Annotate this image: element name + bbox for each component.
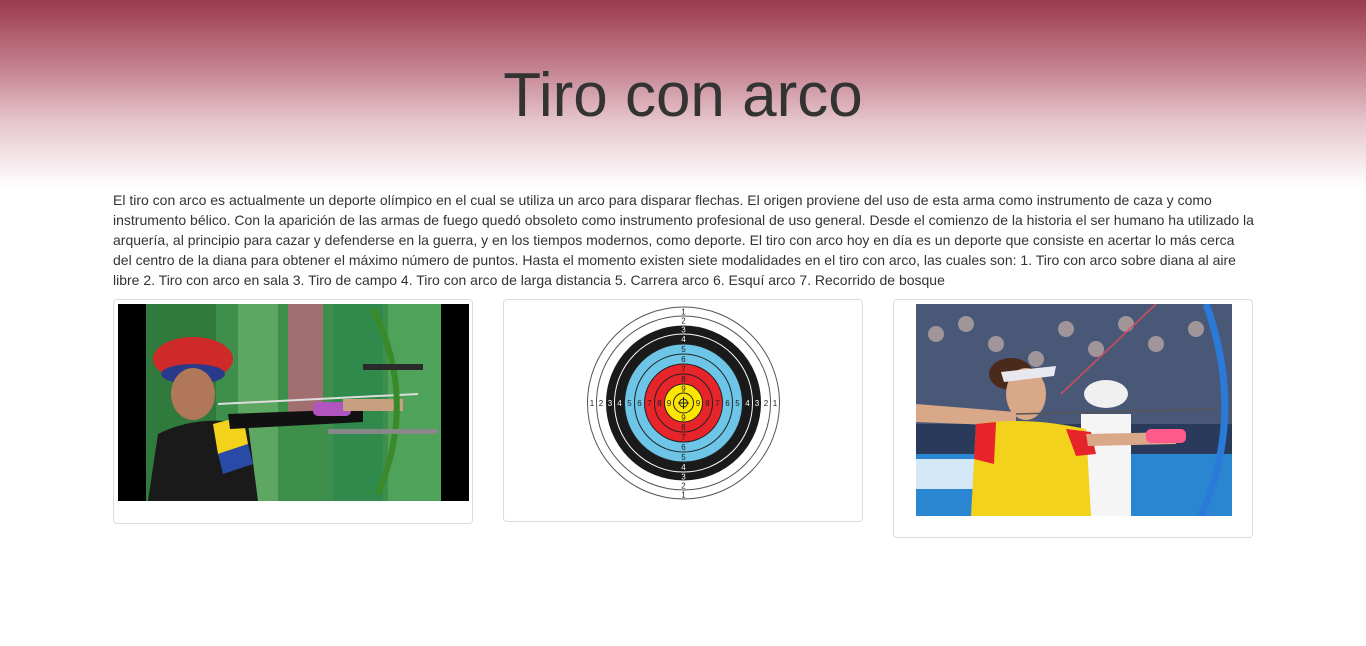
target-ring-label: 2 [764,399,769,408]
target-ring-label: 6 [681,355,686,364]
target-ring-label: 7 [681,365,686,374]
target-ring-label: 5 [735,399,740,408]
target-ring-label: 8 [657,399,662,408]
thumbnail-archer-2 [893,299,1253,538]
target-ring-label: 7 [715,399,720,408]
archer-photo-2 [916,304,1232,516]
target-ring-label: 9 [696,399,701,408]
target-image: 111122223333444455556666777788889999 [586,305,781,501]
target-ring-label: 2 [681,482,686,491]
target-ring-label: 3 [681,326,686,335]
target-ring-label: 9 [667,399,672,408]
target-ring-label: 6 [637,399,642,408]
target-ring-label: 6 [725,399,730,408]
target-ring-label: 1 [681,491,686,500]
archer-photo-1 [118,304,469,501]
intro-paragraph: El tiro con arco es actualmente un depor… [113,192,1254,288]
target-ring-label: 3 [755,399,760,408]
target-ring-label: 1 [590,399,595,408]
target-ring-label: 5 [681,345,686,354]
target-ring-label: 1 [773,399,778,408]
target-ring-label: 5 [627,399,632,408]
target-ring-label: 4 [681,463,686,472]
target-ring-label: 8 [705,399,710,408]
target-ring-label: 7 [647,399,652,408]
target-ring-label: 8 [681,375,686,384]
target-ring-label: 1 [681,308,686,317]
target-ring-label: 5 [681,453,686,462]
target-ring-label: 2 [599,399,604,408]
target-ring-label: 4 [617,399,622,408]
target-ring-label: 4 [681,335,686,344]
page-title: Tiro con arco [503,61,863,130]
header-banner: Tiro con arco [0,0,1366,188]
target-ring-label: 3 [681,473,686,482]
thumbnail-target: 111122223333444455556666777788889999 [503,299,863,522]
target-ring-label: 2 [681,317,686,326]
target-ring-label: 9 [681,414,686,423]
target-ring-label: 9 [681,385,686,394]
target-ring-label: 4 [745,399,750,408]
target-ring-label: 8 [681,423,686,432]
thumbnail-archer-1 [113,299,473,524]
target-ring-label: 6 [681,443,686,452]
target-ring-label: 3 [608,399,613,408]
target-ring-label: 7 [681,433,686,442]
archery-target-graphic: 111 1222 2333 3444 4555 5666 6777 7888 8999 9 [587,306,780,500]
